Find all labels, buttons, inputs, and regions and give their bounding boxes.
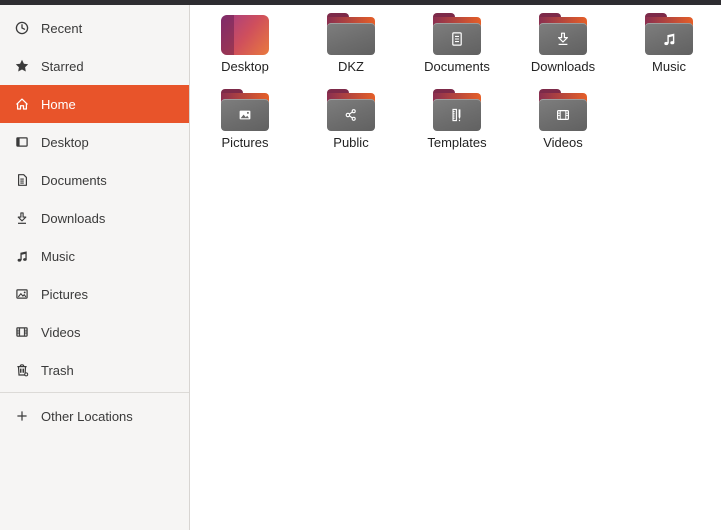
- sidebar-item-label: Documents: [41, 172, 107, 188]
- file-downloads[interactable]: Downloads: [510, 11, 616, 87]
- sidebar-item-recent[interactable]: Recent: [0, 9, 189, 47]
- sidebar-item-starred[interactable]: Starred: [0, 47, 189, 85]
- file-label: Downloads: [530, 59, 596, 74]
- folder-icon: [433, 89, 481, 131]
- sidebar-footer: Other Locations: [0, 397, 189, 435]
- sidebar-item-label: Videos: [41, 324, 81, 340]
- music-icon: [14, 248, 30, 264]
- file-grid: Desktop DKZ Documents Downloads Music Pi…: [192, 11, 721, 163]
- file-public[interactable]: Public: [298, 87, 404, 163]
- document-emblem: [447, 29, 467, 49]
- desktop-gradient-tile: [221, 13, 269, 55]
- sidebar-item-other-locations[interactable]: Other Locations: [0, 397, 189, 435]
- trash-icon: [14, 362, 30, 378]
- share-emblem: [341, 105, 361, 125]
- folder-icon: [433, 13, 481, 55]
- templates-emblem: [447, 105, 467, 125]
- file-documents[interactable]: Documents: [404, 11, 510, 87]
- star-icon: [14, 58, 30, 74]
- download-emblem: [553, 29, 573, 49]
- sidebar-item-trash[interactable]: Trash: [0, 351, 189, 389]
- video-emblem: [553, 105, 573, 125]
- plus-icon: [14, 408, 30, 424]
- sidebar-item-label: Starred: [41, 58, 84, 74]
- sidebar-item-label: Downloads: [41, 210, 106, 226]
- sidebar-item-videos[interactable]: Videos: [0, 313, 189, 351]
- file-label: Pictures: [221, 135, 269, 150]
- file-label: Music: [652, 59, 686, 74]
- folder-icon: [327, 13, 375, 55]
- desktop-icon: [14, 134, 30, 150]
- sidebar-item-music[interactable]: Music: [0, 237, 189, 275]
- file-music[interactable]: Music: [616, 11, 721, 87]
- file-desktop[interactable]: Desktop: [192, 11, 298, 87]
- documents-icon: [14, 172, 30, 188]
- file-pictures[interactable]: Pictures: [192, 87, 298, 163]
- file-label: DKZ: [338, 59, 364, 74]
- sidebar-item-desktop[interactable]: Desktop: [0, 123, 189, 161]
- folder-icon: [539, 13, 587, 55]
- folder-icon: [539, 89, 587, 131]
- sidebar-places-list: Recent Starred Home Desktop Documents Do…: [0, 9, 189, 389]
- file-videos[interactable]: Videos: [510, 87, 616, 163]
- music-emblem: [659, 29, 679, 49]
- sidebar-item-label: Other Locations: [41, 408, 133, 424]
- sidebar-item-label: Home: [41, 96, 76, 112]
- file-templates[interactable]: Templates: [404, 87, 510, 163]
- pictures-icon: [14, 286, 30, 302]
- sidebar-item-label: Recent: [41, 20, 83, 36]
- sidebar-item-label: Trash: [41, 362, 74, 378]
- sidebar-item-home[interactable]: Home: [0, 85, 189, 123]
- sidebar-item-downloads[interactable]: Downloads: [0, 199, 189, 237]
- folder-icon: [221, 89, 269, 131]
- picture-emblem: [235, 105, 255, 125]
- folder-icon: [327, 89, 375, 131]
- file-label: Documents: [424, 59, 490, 74]
- clock-icon: [14, 20, 30, 36]
- sidebar-item-label: Desktop: [41, 134, 89, 150]
- folder-icon: [645, 13, 693, 55]
- file-manager-window: Recent Starred Home Desktop Documents Do…: [0, 5, 721, 530]
- home-icon: [14, 96, 30, 112]
- downloads-icon: [14, 210, 30, 226]
- file-dkz[interactable]: DKZ: [298, 11, 404, 87]
- sidebar-item-documents[interactable]: Documents: [0, 161, 189, 199]
- videos-icon: [14, 324, 30, 340]
- sidebar-separator: [0, 392, 189, 393]
- file-label: Templates: [427, 135, 487, 150]
- sidebar-item-pictures[interactable]: Pictures: [0, 275, 189, 313]
- sidebar-item-label: Pictures: [41, 286, 88, 302]
- file-pane: Desktop DKZ Documents Downloads Music Pi…: [190, 5, 721, 530]
- file-label: Desktop: [221, 59, 269, 74]
- sidebar-item-label: Music: [41, 248, 75, 264]
- sidebar: Recent Starred Home Desktop Documents Do…: [0, 5, 190, 530]
- file-label: Public: [333, 135, 369, 150]
- file-label: Videos: [543, 135, 583, 150]
